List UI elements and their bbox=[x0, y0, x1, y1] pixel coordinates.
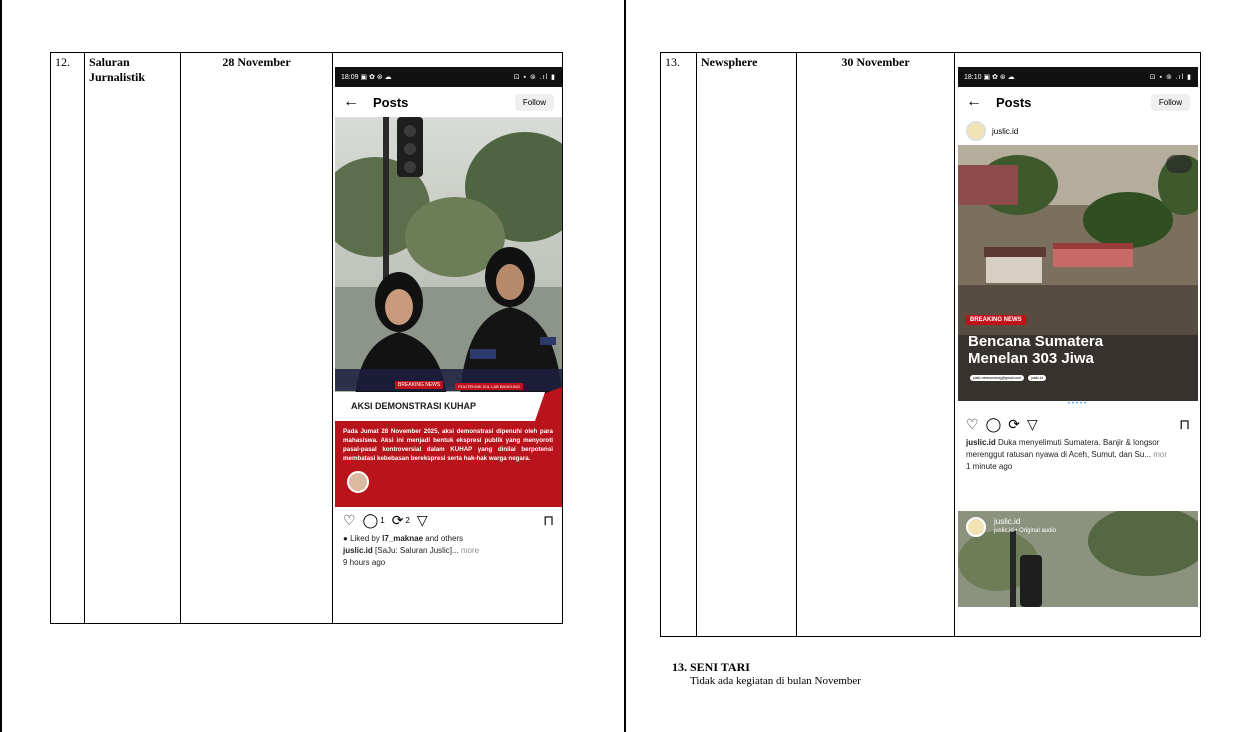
headline-line1: Bencana Sumatera bbox=[968, 333, 1104, 350]
activity-table-right: 13. Newsphere 30 November 18:10 ▣ ✿ ⊛ ☁ … bbox=[660, 52, 1201, 637]
avatar bbox=[347, 471, 369, 493]
instagram-screenshot-left: 18:09 ▣ ✿ ⊛ ☁ ⊡ ▪ ⊚ .ıl ▮ ← Posts Follow bbox=[335, 67, 562, 597]
status-icons-left: ▣ ✿ ⊛ ☁ bbox=[983, 74, 1015, 81]
repost-icon[interactable]: ⟳ bbox=[392, 512, 404, 529]
row-date: 30 November bbox=[796, 52, 955, 637]
caption-text: [SaJu: Saluran Juslic]... bbox=[372, 546, 459, 555]
activity-table-left: 12. Saluran Jurnalistik 28 November 18:0… bbox=[50, 52, 563, 624]
liked-by-suffix: and others bbox=[423, 534, 464, 543]
liked-by-prefix: Liked by bbox=[350, 534, 383, 543]
status-bar: 18:10 ▣ ✿ ⊛ ☁ ⊡ ▪ ⊚ .ıl ▮ bbox=[958, 67, 1198, 87]
post-tag-label: POLITEKNIK ZUL LAB BANDUNG bbox=[455, 383, 523, 390]
next-post-username[interactable]: juslic.id bbox=[994, 517, 1020, 526]
caption-more-link[interactable]: mor bbox=[1151, 450, 1167, 459]
handle-chip: juslic.id bbox=[1028, 375, 1046, 381]
row-activity-name: Newsphere bbox=[696, 52, 797, 637]
back-arrow-icon[interactable]: ← bbox=[343, 94, 359, 110]
activity-name-line2: Jurnalistik bbox=[89, 70, 146, 84]
instagram-screenshot-right: 18:10 ▣ ✿ ⊛ ☁ ⊡ ▪ ⊚ .ıl ▮ ← Posts Follow… bbox=[958, 67, 1198, 607]
post-actions: ♡ ◯ ⟳ ▽ ⊓ bbox=[958, 411, 1198, 437]
account-avatar[interactable] bbox=[966, 121, 986, 141]
table-row: 12. Saluran Jurnalistik 28 November 18:0… bbox=[50, 52, 563, 624]
post-header: juslic.id bbox=[958, 117, 1198, 145]
app-bar: ← Posts Follow bbox=[958, 87, 1198, 117]
post-chips: juslic.newsandung@gmail.com juslic.id bbox=[970, 375, 1046, 381]
comment-icon[interactable]: ◯ bbox=[363, 512, 379, 529]
status-time: 18:09 bbox=[341, 74, 359, 81]
post-image[interactable]: BREAKING NEWS POLITEKNIK ZUL LAB BANDUNG… bbox=[335, 117, 562, 507]
section-heading: 13. SENI TARI bbox=[672, 660, 750, 674]
row-number: 13. bbox=[660, 52, 697, 637]
post-image[interactable]: BREAKING NEWS Bencana Sumatera Menelan 3… bbox=[958, 145, 1198, 401]
bookmark-icon[interactable]: ⊓ bbox=[1179, 416, 1190, 433]
row-date: 28 November bbox=[180, 52, 333, 624]
like-heart-icon[interactable]: ♡ bbox=[343, 512, 356, 529]
caption-username[interactable]: juslic.id bbox=[343, 546, 373, 555]
liked-by-line: ● Liked by l7_maknae and others bbox=[335, 533, 562, 545]
breaking-news-label: BREAKING NEWS bbox=[966, 315, 1026, 325]
post-timestamp: 1 minute ago bbox=[966, 462, 1013, 471]
page-title: Posts bbox=[996, 94, 1032, 110]
page-title: Posts bbox=[373, 94, 409, 110]
post-headline: Bencana Sumatera Menelan 303 Jiwa bbox=[968, 333, 1103, 367]
status-icons-left: ▣ ✿ ⊛ ☁ bbox=[360, 74, 392, 81]
carousel-dots: ••••• bbox=[1067, 401, 1089, 407]
share-icon[interactable]: ▽ bbox=[1027, 416, 1038, 433]
row-screenshot-cell: 18:10 ▣ ✿ ⊛ ☁ ⊡ ▪ ⊚ .ıl ▮ ← Posts Follow… bbox=[954, 52, 1201, 637]
media-toggle-icon[interactable] bbox=[1166, 155, 1192, 173]
next-post-avatar[interactable] bbox=[966, 517, 986, 537]
table-row: 13. Newsphere 30 November 18:10 ▣ ✿ ⊛ ☁ … bbox=[660, 52, 1201, 637]
post-body-text: Pada Jumat 28 November 2025, aksi demons… bbox=[343, 428, 553, 462]
next-post-audio[interactable]: juslic.id • Original audio bbox=[994, 528, 1056, 534]
liker-avatar-icon: ● bbox=[343, 534, 348, 543]
email-chip: juslic.newsandung@gmail.com bbox=[970, 375, 1025, 381]
follow-button[interactable]: Follow bbox=[514, 93, 554, 111]
comment-count: 1 bbox=[380, 515, 385, 525]
caption-text: Duka menyelimuti Sumatera. Banjir & long… bbox=[966, 438, 1160, 459]
next-post-preview[interactable]: juslic.id juslic.id • Original audio bbox=[958, 511, 1198, 607]
row-activity-name: Saluran Jurnalistik bbox=[84, 52, 181, 624]
activity-name-line1: Saluran bbox=[89, 55, 130, 69]
post-headline: AKSI DEMONSTRASI KUHAP bbox=[351, 401, 477, 411]
status-bar: 18:09 ▣ ✿ ⊛ ☁ ⊡ ▪ ⊚ .ıl ▮ bbox=[335, 67, 562, 87]
share-icon[interactable]: ▽ bbox=[417, 512, 428, 529]
liked-by-user[interactable]: l7_maknae bbox=[382, 534, 423, 543]
headline-line2: Menelan 303 Jiwa bbox=[968, 350, 1094, 367]
caption-username[interactable]: juslic.id bbox=[966, 438, 996, 447]
status-icons-right: ⊡ ▪ ⊚ .ıl ▮ bbox=[513, 74, 556, 81]
row-screenshot-cell: 18:09 ▣ ✿ ⊛ ☁ ⊡ ▪ ⊚ .ıl ▮ ← Posts Follow bbox=[332, 52, 563, 624]
bookmark-icon[interactable]: ⊓ bbox=[543, 512, 554, 529]
left-document-page: 12. Saluran Jurnalistik 28 November 18:0… bbox=[0, 0, 626, 732]
follow-button[interactable]: Follow bbox=[1150, 93, 1190, 111]
back-arrow-icon[interactable]: ← bbox=[966, 94, 982, 110]
post-actions: ♡ ◯ 1 ⟳ 2 ▽ ⊓ bbox=[335, 507, 562, 533]
right-document-page: 13. Newsphere 30 November 18:10 ▣ ✿ ⊛ ☁ … bbox=[626, 0, 1249, 732]
app-bar: ← Posts Follow bbox=[335, 87, 562, 117]
post-timestamp: 9 hours ago bbox=[343, 558, 386, 567]
section-body: Tidak ada kegiatan di bulan November bbox=[690, 675, 861, 687]
status-icons-right: ⊡ ▪ ⊚ .ıl ▮ bbox=[1149, 74, 1192, 81]
row-number: 12. bbox=[50, 52, 85, 624]
repost-count: 2 bbox=[405, 515, 410, 525]
account-username[interactable]: juslic.id bbox=[992, 127, 1018, 136]
like-heart-icon[interactable]: ♡ bbox=[966, 416, 979, 433]
post-caption: juslic.id Duka menyelimuti Sumatera. Ban… bbox=[958, 437, 1198, 461]
comment-icon[interactable]: ◯ bbox=[986, 416, 1002, 433]
status-time: 18:10 bbox=[964, 74, 982, 81]
caption-more-link[interactable]: more bbox=[459, 546, 479, 555]
post-caption: juslic.id [SaJu: Saluran Juslic]... more bbox=[335, 545, 562, 557]
repost-icon[interactable]: ⟳ bbox=[1008, 416, 1020, 433]
breaking-news-label: BREAKING NEWS bbox=[395, 381, 444, 389]
